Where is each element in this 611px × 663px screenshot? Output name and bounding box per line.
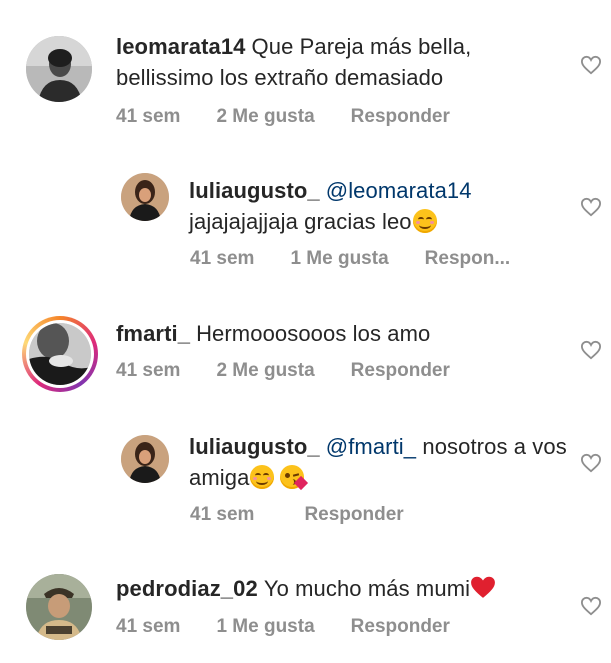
username[interactable]: luliaugusto_ [189, 178, 320, 203]
comment-text: luliaugusto_ @fmarti_ nosotros a vos amig… [189, 431, 569, 493]
comment-meta: 41 sem 1 Me gusta Responder [116, 616, 486, 638]
reply-button[interactable]: Responder [351, 106, 450, 127]
face-blowing-kiss-emoji [280, 465, 309, 491]
comment-body: Hermooosooos los amo [196, 321, 431, 346]
likes-count[interactable]: 1 Me gusta [290, 248, 388, 269]
comment-meta: 41 sem 1 Me gusta Respon... [190, 248, 546, 270]
comment-fmarti: fmarti_ Hermooosooos los amo 41 sem 2 Me g… [0, 290, 611, 420]
comment-body: Yo mucho más mumi [263, 576, 471, 601]
profile-photo [121, 173, 169, 221]
comment-text: pedrodiaz_02 Yo mucho más mumi [116, 573, 556, 604]
timestamp: 41 sem [116, 360, 181, 381]
heart-outline-icon[interactable] [580, 55, 602, 75]
heart-outline-icon[interactable] [580, 453, 602, 473]
profile-photo [121, 435, 169, 483]
comment-body: jajajajajjaja gracias leo [189, 209, 412, 234]
username[interactable]: fmarti_ [116, 321, 190, 346]
avatar[interactable] [26, 36, 92, 102]
comment-text: luliaugusto_ @leomarata14 jajajajajjaja g… [189, 175, 559, 237]
timestamp: 41 sem [116, 616, 181, 637]
comment-meta: 41 sem 2 Me gusta Responder [116, 106, 486, 128]
reply-button[interactable]: Responder [304, 504, 403, 525]
story-ring[interactable] [22, 316, 98, 392]
timestamp: 41 sem [116, 106, 181, 127]
red-heart-emoji [471, 576, 496, 598]
likes-count[interactable]: 1 Me gusta [216, 616, 314, 637]
comment-text: fmarti_ Hermooosooos los amo [116, 318, 536, 349]
smiling-face-emoji [250, 465, 275, 489]
username[interactable]: leomarata14 [116, 34, 246, 59]
comment-meta: 41 sem 2 Me gusta Responder [116, 360, 486, 382]
reply-button[interactable]: Responder [351, 616, 450, 637]
reply-button[interactable]: Responder [351, 360, 450, 381]
comment-pedrodiaz: pedrodiaz_02 Yo mucho más mumi 41 sem 1 Me… [0, 550, 611, 663]
comment-meta: 41 sem Responder [190, 504, 440, 526]
reply-luliaugusto-2: luliaugusto_ @fmarti_ nosotros a vos amig… [0, 420, 611, 550]
timestamp: 41 sem [190, 504, 255, 525]
heart-outline-icon[interactable] [580, 197, 602, 217]
profile-photo [29, 323, 91, 385]
reply-button[interactable]: Respon... [425, 248, 511, 269]
profile-photo [26, 36, 92, 102]
avatar[interactable] [26, 574, 92, 640]
mention-link[interactable]: @leomarata14 [326, 178, 472, 203]
comment-text: leomarata14 Que Pareja más bella, belliss… [116, 31, 536, 93]
avatar [29, 323, 91, 385]
heart-outline-icon[interactable] [580, 596, 602, 616]
mention-link[interactable]: @fmarti_ [326, 434, 416, 459]
timestamp: 41 sem [190, 248, 255, 269]
profile-photo [26, 574, 92, 640]
likes-count[interactable]: 2 Me gusta [216, 106, 314, 127]
username[interactable]: luliaugusto_ [189, 434, 320, 459]
avatar[interactable] [121, 435, 169, 483]
avatar[interactable] [121, 173, 169, 221]
reply-luliaugusto-1: luliaugusto_ @leomarata14 jajajajajjaja g… [0, 150, 611, 290]
comment-leomarata14: leomarata14 Que Pareja más bella, belliss… [0, 0, 611, 150]
heart-outline-icon[interactable] [580, 340, 602, 360]
likes-count[interactable]: 2 Me gusta [216, 360, 314, 381]
username[interactable]: pedrodiaz_02 [116, 576, 258, 601]
smiling-face-emoji [412, 209, 437, 233]
